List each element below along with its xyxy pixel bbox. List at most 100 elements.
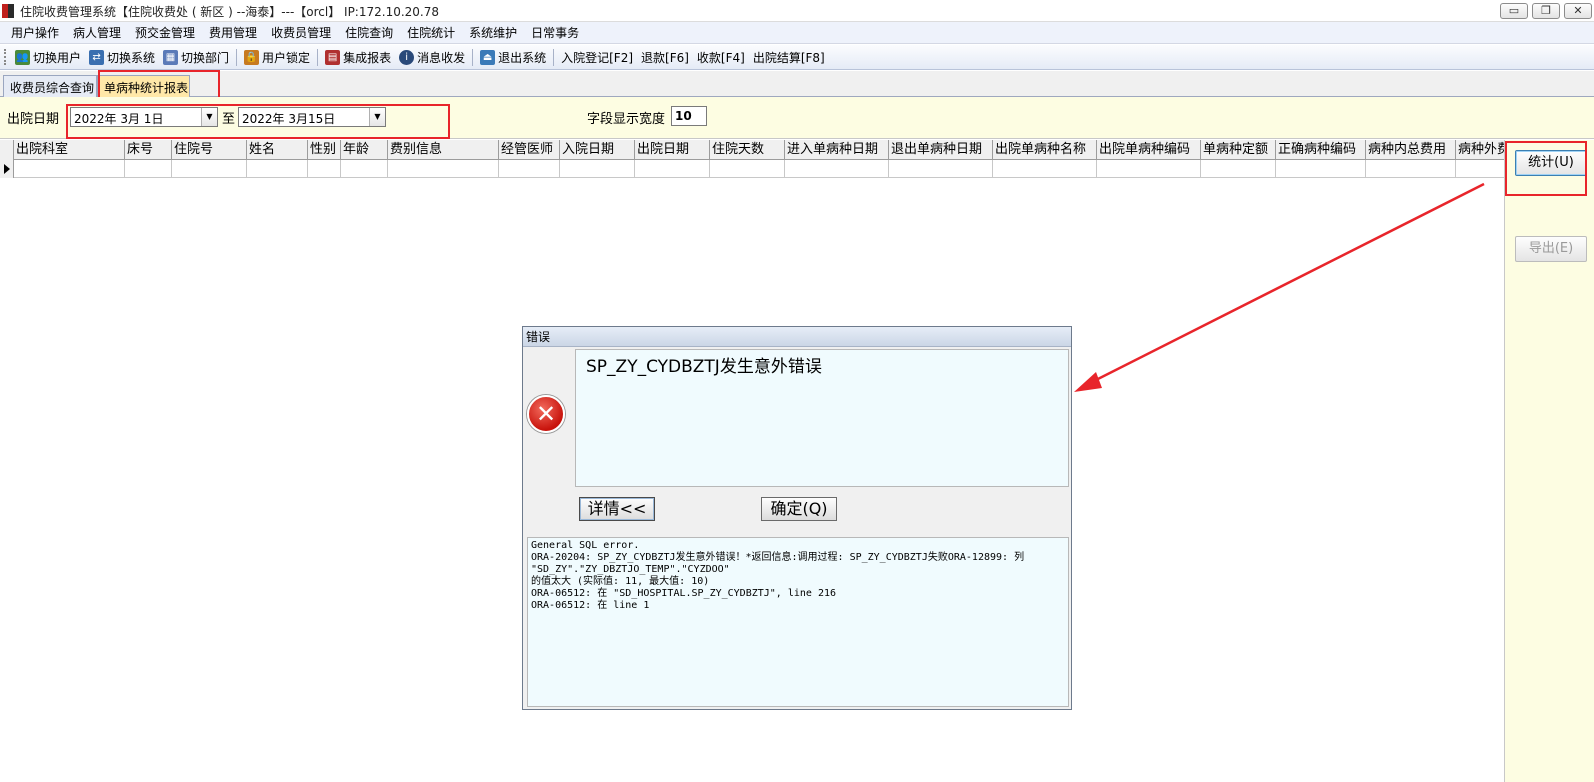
filter-bar: 出院日期 2022年 3月 1日 ▼ 至 2022年 3月15日 ▼ 字段显示宽… (0, 97, 1594, 139)
details-button[interactable]: 详情<< (579, 497, 655, 521)
discharge-settlement-button[interactable]: 出院结算[F8] (749, 49, 829, 66)
messages-button[interactable]: i 消息收发 (395, 49, 469, 66)
col-correct-code[interactable]: 正确病种编码 (1276, 140, 1366, 160)
col-disease-name[interactable]: 出院单病种名称 (993, 140, 1097, 160)
col-disease-quota[interactable]: 单病种定额 (1201, 140, 1276, 160)
grid-cell[interactable] (993, 160, 1097, 178)
users-icon: 👥 (15, 49, 30, 65)
export-button[interactable]: 导出(E) (1515, 236, 1587, 262)
col-stay-days[interactable]: 住院天数 (710, 140, 785, 160)
grid-cell[interactable] (388, 160, 499, 178)
switch-system-button[interactable]: ⇄ 切换系统 (85, 49, 159, 66)
col-bed-no[interactable]: 床号 (125, 140, 172, 160)
menu-inpatient-query[interactable]: 住院查询 (338, 24, 400, 41)
integrated-report-button[interactable]: ▤ 集成报表 (321, 49, 395, 66)
tab-cashier-query[interactable]: 收费员综合查询 (3, 75, 97, 97)
grid-cell[interactable] (710, 160, 785, 178)
grid-cell[interactable] (247, 160, 308, 178)
switch-department-button[interactable]: ▦ 切换部门 (159, 49, 233, 66)
dialog-title[interactable]: 错误 (523, 327, 1071, 347)
table-row[interactable] (0, 160, 1504, 178)
system-switch-icon: ⇄ (89, 49, 105, 65)
error-details[interactable]: General SQL error. ORA-20204: SP_ZY_CYDB… (527, 537, 1069, 707)
statistics-button[interactable]: 统计(U) (1515, 150, 1587, 176)
toolbar-grip[interactable] (4, 49, 7, 65)
menu-inpatient-stats[interactable]: 住院统计 (400, 24, 462, 41)
menu-patient-mgmt[interactable]: 病人管理 (66, 24, 128, 41)
menu-system-maint[interactable]: 系统维护 (462, 24, 524, 41)
col-discharge-date[interactable]: 出院日期 (635, 140, 710, 160)
grid-cell[interactable] (308, 160, 341, 178)
grid-cell[interactable] (635, 160, 710, 178)
field-width-label: 字段显示宽度 (587, 112, 666, 127)
minimize-button[interactable]: ▭ (1500, 3, 1528, 19)
grid-cell[interactable] (1276, 160, 1366, 178)
grid-cell[interactable] (1097, 160, 1201, 178)
error-dialog: 错误 ✕ SP_ZY_CYDBZTJ发生意外错误 详情<< 确定(Q) Gene… (522, 326, 1072, 710)
menu-cashier-mgmt[interactable]: 收费员管理 (264, 24, 338, 41)
col-admission-date[interactable]: 入院日期 (560, 140, 635, 160)
refund-button[interactable]: 退款[F6] (637, 49, 693, 66)
menu-user-ops[interactable]: 用户操作 (4, 24, 66, 41)
chevron-down-icon[interactable]: ▼ (369, 108, 385, 126)
col-name[interactable]: 姓名 (247, 140, 308, 160)
grid-cell[interactable] (125, 160, 172, 178)
col-age[interactable]: 年龄 (341, 140, 388, 160)
col-discharge-dept[interactable]: 出院科室 (14, 140, 125, 160)
menu-daily-affairs[interactable]: 日常事务 (524, 24, 586, 41)
switch-user-button[interactable]: 👥 切换用户 (11, 49, 85, 66)
date-from-picker[interactable]: 2022年 3月 1日 ▼ (70, 107, 218, 127)
date-from-value: 2022年 3月 1日 (74, 112, 164, 126)
collect-payment-button[interactable]: 收款[F4] (693, 49, 749, 66)
col-exit-date[interactable]: 退出单病种日期 (889, 140, 993, 160)
window-title: 住院收费管理系统【住院收费处 ( 新区 ) --海泰】---【orcl】 IP:… (20, 5, 440, 19)
col-outer-fee[interactable]: 病种外费 (1456, 140, 1504, 160)
admission-register-button[interactable]: 入院登记[F2] (557, 49, 637, 66)
grid-header: 出院科室 床号 住院号 姓名 性别 年龄 费别信息 经管医师 入院日期 出院日期… (0, 140, 1504, 160)
error-icon: ✕ (527, 395, 565, 433)
report-icon: ▤ (325, 49, 341, 65)
chevron-down-icon[interactable]: ▼ (201, 108, 217, 126)
col-enter-date[interactable]: 进入单病种日期 (785, 140, 889, 160)
ok-button[interactable]: 确定(Q) (761, 497, 837, 521)
menu-deposit-mgmt[interactable]: 预交金管理 (128, 24, 202, 41)
grid-cell[interactable] (560, 160, 635, 178)
toolbar-separator (236, 48, 238, 66)
tab-strip: 收费员综合查询 单病种统计报表 (0, 71, 1594, 97)
error-message: SP_ZY_CYDBZTJ发生意外错误 (575, 349, 1069, 487)
grid-cell[interactable] (1201, 160, 1276, 178)
toolbar: 👥 切换用户 ⇄ 切换系统 ▦ 切换部门 🔒 用户锁定 ▤ 集成报表 i 消息收… (0, 45, 1594, 70)
col-attending-doctor[interactable]: 经管医师 (499, 140, 560, 160)
col-inpatient-no[interactable]: 住院号 (172, 140, 247, 160)
action-panel: 统计(U) 导出(E) (1504, 140, 1594, 782)
grid-cell[interactable] (889, 160, 993, 178)
grid-cell[interactable] (785, 160, 889, 178)
grid-cell[interactable] (1366, 160, 1456, 178)
exit-icon: ⏏ (480, 49, 496, 65)
toolbar-separator (472, 48, 474, 66)
date-to-picker[interactable]: 2022年 3月15日 ▼ (238, 107, 386, 127)
tab-single-disease-report[interactable]: 单病种统计报表 (97, 75, 190, 97)
date-to-value: 2022年 3月15日 (242, 112, 336, 126)
field-width-input[interactable]: 10 (671, 106, 707, 126)
toolbar-separator (317, 48, 319, 66)
lock-user-icon: 🔒 (244, 49, 260, 65)
department-icon: ▦ (163, 49, 179, 65)
grid-cell[interactable] (341, 160, 388, 178)
col-disease-code[interactable]: 出院单病种编码 (1097, 140, 1201, 160)
col-fee-type[interactable]: 费别信息 (388, 140, 499, 160)
grid-cell[interactable] (172, 160, 247, 178)
menu-fee-mgmt[interactable]: 费用管理 (202, 24, 264, 41)
lock-user-button[interactable]: 🔒 用户锁定 (240, 49, 314, 66)
close-button[interactable]: ✕ (1564, 3, 1592, 19)
exit-system-button[interactable]: ⏏ 退出系统 (476, 49, 550, 66)
grid-cell[interactable] (14, 160, 125, 178)
grid-cell[interactable] (499, 160, 560, 178)
col-gender[interactable]: 性别 (308, 140, 341, 160)
toolbar-separator (553, 48, 555, 66)
col-inner-total[interactable]: 病种内总费用 (1366, 140, 1456, 160)
restore-button[interactable]: ❐ (1532, 3, 1560, 19)
discharge-date-label: 出院日期 (7, 112, 60, 127)
date-range-separator: 至 (222, 112, 236, 127)
grid-corner (0, 140, 14, 160)
